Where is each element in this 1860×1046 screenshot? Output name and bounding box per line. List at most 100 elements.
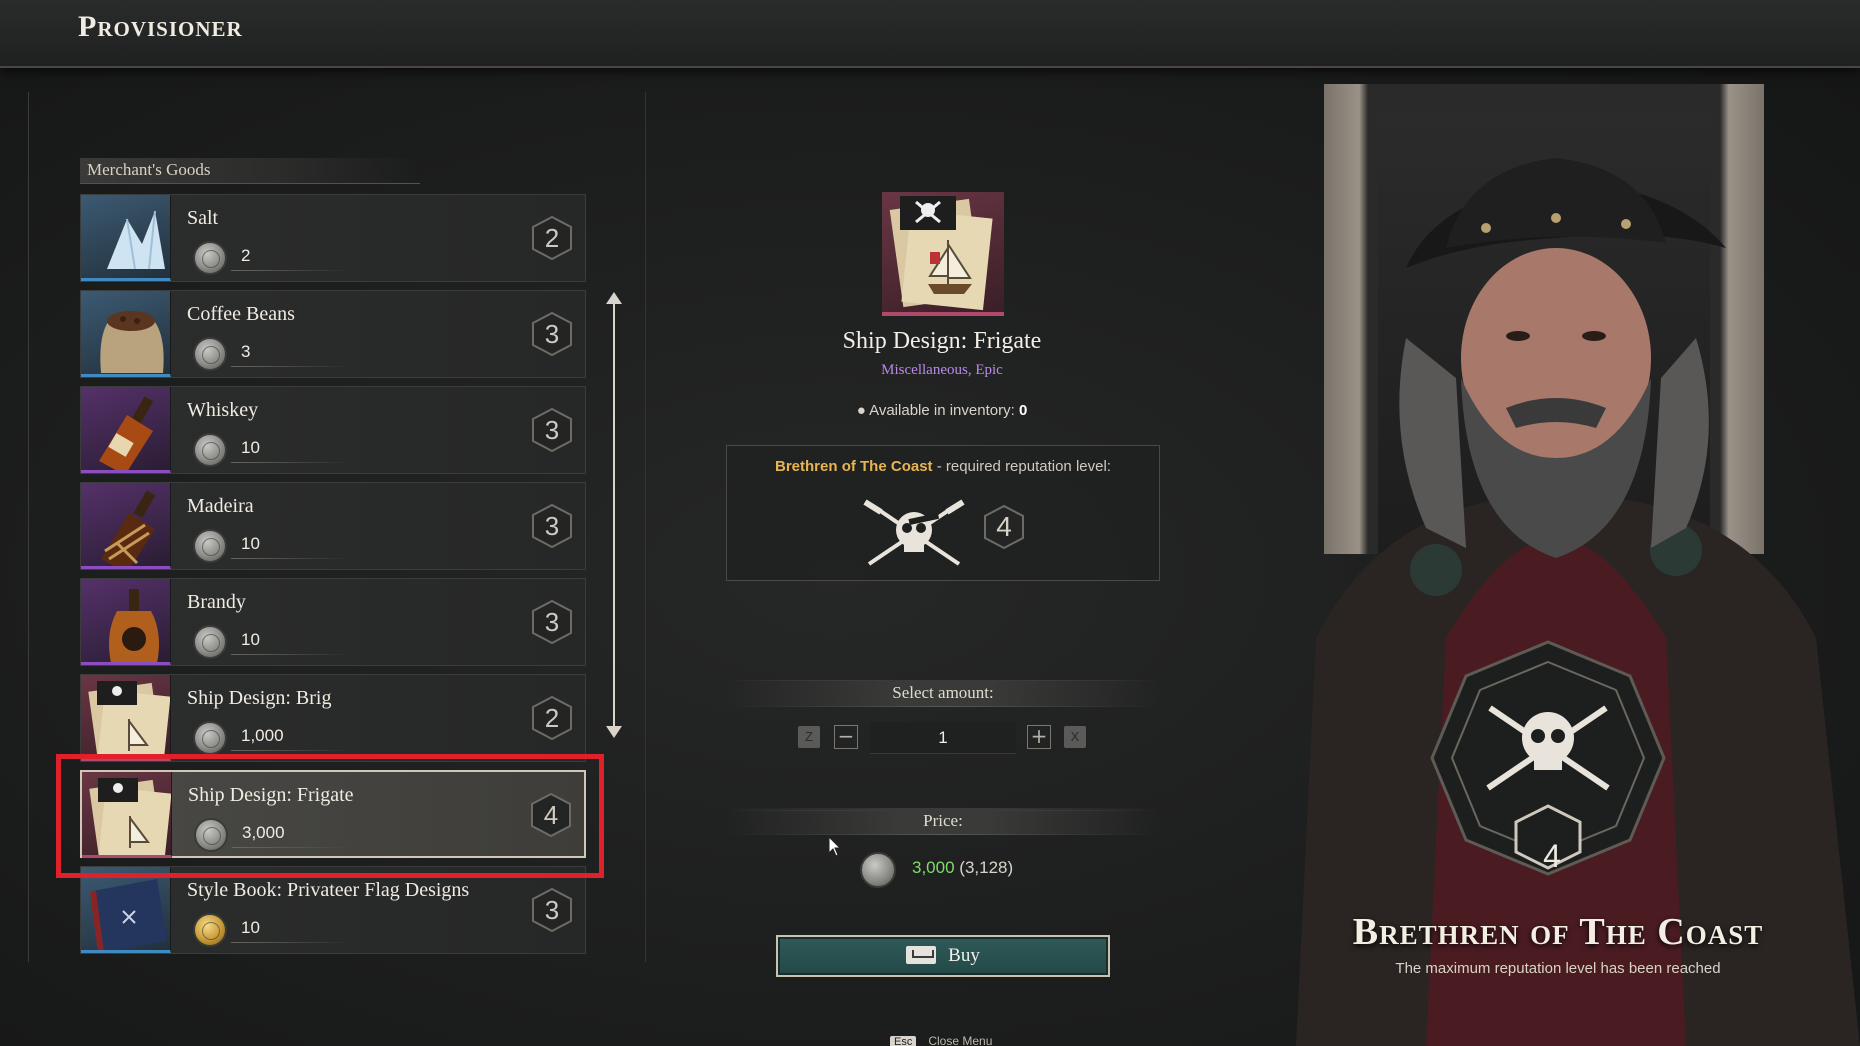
item-price: 10 — [241, 438, 260, 457]
item-thumbnail — [81, 195, 171, 281]
bag-icon: ● — [856, 402, 866, 419]
price-underline — [231, 366, 351, 367]
goods-row[interactable]: Salt 2 2 — [80, 194, 586, 282]
reputation-requirement-label: Brethren of The Coast - required reputat… — [727, 458, 1159, 475]
goods-row[interactable]: Style Book: Privateer Flag Designs 10 3 — [80, 866, 586, 954]
faction-name: Brethren of The Coast — [1352, 911, 1764, 953]
item-name: Madeira — [187, 495, 254, 517]
decrease-button[interactable]: − — [834, 725, 858, 749]
page-title: Provisioner — [78, 10, 243, 43]
divider — [726, 706, 1160, 707]
item-thumbnail — [81, 675, 171, 761]
selected-item-category: Miscellaneous, Epic — [881, 362, 1003, 378]
skull-crossed-swords-icon — [863, 499, 965, 566]
item-thumbnail — [81, 291, 171, 377]
amount-input[interactable]: 1 — [870, 722, 1016, 754]
item-name: Style Book: Privateer Flag Designs — [187, 879, 470, 901]
faction-name-inline: Brethren of The Coast — [775, 458, 933, 475]
item-price: 2 — [241, 246, 251, 265]
scroll-down-arrow-icon[interactable] — [606, 726, 622, 738]
price-underline — [231, 558, 351, 559]
close-menu-hint[interactable]: Esc Close Menu — [890, 1034, 992, 1046]
reputation-requirement-text: - required reputation level: — [932, 458, 1111, 475]
item-price: 10 — [241, 630, 260, 649]
buy-label: Buy — [948, 945, 980, 966]
reputation-requirement-box: Brethren of The Coast - required reputat… — [726, 445, 1160, 581]
scrollbar[interactable] — [613, 298, 615, 730]
decrease-key-hint: Z — [798, 726, 820, 748]
silver-coin-icon — [860, 852, 896, 888]
goods-row[interactable]: Brandy 10 3 — [80, 578, 586, 666]
item-thumbnail — [81, 387, 171, 473]
item-thumbnail — [81, 579, 171, 665]
silver-coin-icon — [193, 241, 227, 275]
required-level-badge: 4 — [981, 504, 1027, 550]
item-price: 10 — [241, 534, 260, 553]
ship-blueprint-icon — [88, 681, 170, 758]
reputation-level-badge: 3 — [529, 503, 575, 549]
reputation-level-badge: 3 — [529, 887, 575, 933]
reputation-level-value: 2 — [544, 703, 560, 733]
item-price: 3 — [241, 342, 251, 361]
madeira-bottle-icon — [101, 490, 156, 566]
selected-item-icon — [882, 192, 1004, 316]
silver-coin-icon — [193, 625, 227, 659]
goods-row[interactable]: Ship Design: Brig 1,000 2 — [80, 674, 586, 762]
item-price: 10 — [241, 918, 260, 937]
faction-level-badge: 4 — [1543, 838, 1561, 874]
item-thumbnail — [81, 483, 171, 569]
item-name: Coffee Beans — [187, 303, 295, 325]
flag-book-icon — [90, 879, 167, 950]
reputation-level-value: 2 — [544, 223, 560, 253]
price-underline — [231, 462, 351, 463]
divider — [726, 834, 1160, 835]
item-name: Whiskey — [187, 399, 259, 421]
silver-coin-icon — [193, 337, 227, 371]
select-amount-label: Select amount: — [726, 680, 1160, 706]
silver-coin-icon — [193, 529, 227, 563]
price-underline — [231, 654, 351, 655]
goods-row[interactable]: Whiskey 10 3 — [80, 386, 586, 474]
increase-key-hint: X — [1064, 726, 1086, 748]
goods-row[interactable]: Coffee Beans 3 3 — [80, 290, 586, 378]
inventory-value: 0 — [1018, 402, 1028, 419]
inventory-label: Available in inventory: — [869, 402, 1015, 419]
whiskey-bottle-icon — [99, 396, 154, 470]
mouse-cursor-icon — [828, 836, 842, 857]
reputation-level-value: 3 — [544, 607, 560, 637]
price-underline — [231, 942, 351, 943]
price-total: (3,128) — [959, 858, 1014, 877]
merchant-figure — [1296, 158, 1860, 1046]
close-menu-label: Close Menu — [928, 1034, 993, 1046]
top-bar: Provisioner — [0, 0, 1860, 68]
item-thumbnail — [81, 867, 171, 953]
reputation-level-badge: 3 — [529, 599, 575, 645]
annotation-highlight-box — [56, 754, 604, 878]
price-value: 3,000 (3,128) — [912, 858, 1013, 878]
reputation-level-value: 3 — [544, 415, 560, 445]
spacebar-key-icon — [906, 945, 937, 964]
goods-row[interactable]: Madeira 10 3 — [80, 482, 586, 570]
price-label: Price: — [726, 808, 1160, 834]
price-underline — [231, 270, 351, 271]
reputation-level-badge: 3 — [529, 407, 575, 453]
price-amount: 3,000 — [912, 858, 955, 877]
ship-blueprint-icon — [889, 196, 993, 311]
selected-item-title: Ship Design: Frigate — [842, 328, 1042, 354]
reputation-level-badge: 2 — [529, 695, 575, 741]
reputation-level-badge: 3 — [529, 311, 575, 357]
buy-button[interactable]: Buy — [776, 935, 1110, 977]
salt-crystal-icon — [107, 210, 165, 270]
item-name: Salt — [187, 207, 219, 229]
esc-key-icon: Esc — [890, 1036, 917, 1046]
gold-coin-icon — [193, 913, 227, 947]
increase-button[interactable]: + — [1027, 725, 1051, 749]
brandy-bottle-icon — [109, 589, 159, 662]
reputation-level-badge: 2 — [529, 215, 575, 261]
item-name: Ship Design: Brig — [187, 687, 332, 709]
item-price: 1,000 — [241, 726, 284, 745]
reputation-level-value: 3 — [544, 511, 560, 541]
silver-coin-icon — [193, 721, 227, 755]
reputation-level-value: 3 — [544, 895, 560, 925]
item-name: Brandy — [187, 591, 246, 613]
